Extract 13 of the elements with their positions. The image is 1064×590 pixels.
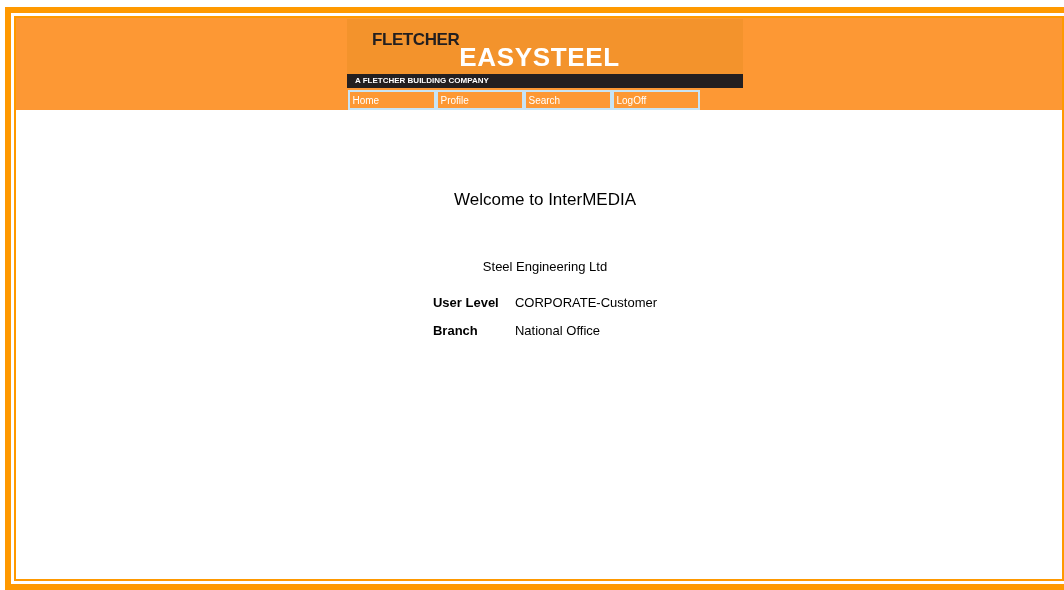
nav-link[interactable]: Home — [347, 90, 436, 110]
nav-link[interactable]: LogOff — [611, 90, 700, 110]
company-name: Steel Engineering Ltd — [481, 257, 608, 276]
field-value: National Office — [514, 321, 601, 340]
nav-link[interactable]: Search — [523, 90, 612, 110]
logo-product: EASYSTEEL — [459, 44, 620, 70]
nav-link[interactable]: Profile — [435, 90, 524, 110]
field-label: User Level — [432, 294, 500, 312]
welcome-heading: Welcome to InterMEDIA — [453, 189, 636, 211]
field-label: Branch — [432, 321, 479, 340]
logo-brand: FLETCHER — [372, 31, 460, 48]
field-value: CORPORATE-Customer — [514, 294, 658, 312]
logo-tagline: A FLETCHER BUILDING COMPANY — [355, 77, 489, 85]
